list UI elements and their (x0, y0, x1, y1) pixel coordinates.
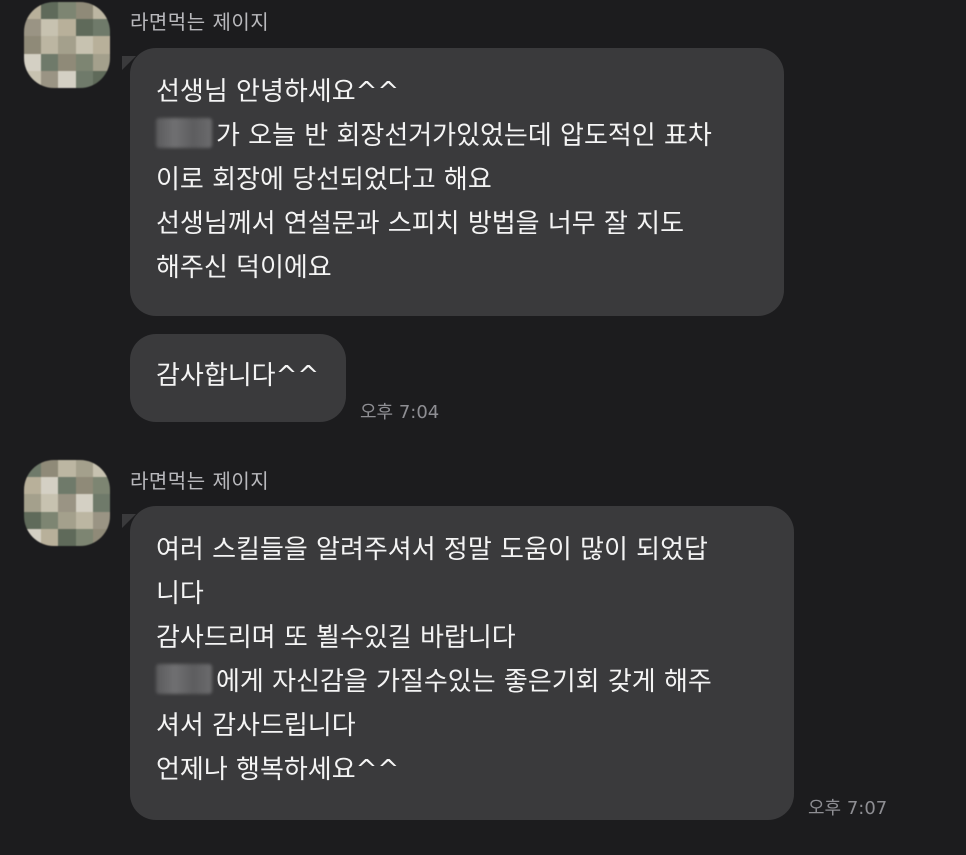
avatar-pixel (41, 36, 59, 54)
avatar-pixel (58, 460, 76, 478)
avatar-pixel (75, 53, 93, 71)
avatar-pixel (75, 36, 93, 54)
message-line: 감사드리며 또 뵐수있길 바랍니다 (156, 623, 516, 653)
avatar-pixel (75, 494, 93, 512)
avatar-pixel (24, 70, 42, 88)
avatar-pixel (58, 511, 76, 529)
sender-avatar[interactable] (24, 460, 110, 546)
message-line: 니다 (156, 579, 204, 609)
message-timestamp: 오후 7:07 (808, 798, 888, 819)
avatar-pixel (58, 19, 76, 37)
message-bubble[interactable]: 감사합니다^^ (130, 334, 346, 422)
avatar-pixel (92, 2, 110, 20)
message-line: 가 오늘 반 회장선거가있었는데 압도적인 표차 (156, 114, 758, 158)
message-text: 에게 자신감을 가질수있는 좋은기회 갖게 해주 (216, 667, 712, 697)
message-line: 선생님께서 연설문과 스피치 방법을 너무 잘 지도 (156, 209, 684, 239)
redacted-name (156, 664, 212, 694)
avatar-pixel (24, 477, 42, 495)
avatar-pixel (58, 53, 76, 71)
avatar-pixel (92, 511, 110, 529)
message-line: 셔서 감사드립니다 (156, 711, 356, 741)
avatar-pixel (58, 528, 76, 546)
avatar-pixel (92, 460, 110, 478)
avatar-pixel (92, 36, 110, 54)
avatar-pixel (24, 2, 42, 20)
redacted-name (156, 118, 212, 148)
avatar-pixel (41, 511, 59, 529)
avatar-pixel (92, 477, 110, 495)
avatar-pixel (41, 53, 59, 71)
avatar-pixel (75, 528, 93, 546)
avatar-pixel (41, 70, 59, 88)
avatar-pixel (92, 528, 110, 546)
avatar-pixel (24, 511, 42, 529)
avatar-pixel (75, 511, 93, 529)
avatar-pixel (58, 70, 76, 88)
avatar-pixel (41, 528, 59, 546)
avatar-pixel (75, 477, 93, 495)
sender-name: 라면먹는 제이지 (130, 10, 270, 34)
sender-avatar[interactable] (24, 2, 110, 88)
message-line: 감사합니다^^ (156, 361, 320, 391)
avatar-pixel (41, 494, 59, 512)
avatar-pixel (58, 494, 76, 512)
avatar-pixel (41, 460, 59, 478)
avatar-pixel (24, 460, 42, 478)
avatar-pixel (75, 2, 93, 20)
avatar-pixel (41, 2, 59, 20)
message-line: 언제나 행복하세요^^ (156, 755, 400, 785)
avatar-pixel (41, 19, 59, 37)
message-text: 가 오늘 반 회장선거가있었는데 압도적인 표차 (216, 121, 712, 151)
avatar-pixel (58, 477, 76, 495)
avatar-pixel (92, 53, 110, 71)
message-line: 여러 스킬들을 알려주셔서 정말 도움이 많이 되었답 (156, 535, 708, 565)
avatar-pixel (92, 70, 110, 88)
message-timestamp: 오후 7:04 (360, 402, 440, 423)
avatar-pixel (75, 70, 93, 88)
avatar-pixel (92, 19, 110, 37)
avatar-pixel (75, 19, 93, 37)
avatar-pixel (41, 477, 59, 495)
message-line: 해주신 덕이에요 (156, 253, 332, 283)
avatar-pixel (58, 2, 76, 20)
sender-name: 라면먹는 제이지 (130, 469, 270, 493)
avatar-pixel (24, 19, 42, 37)
avatar-pixel (24, 494, 42, 512)
message-line: 이로 회장에 당선되었다고 해요 (156, 165, 492, 195)
message-line: 선생님 안녕하세요^^ (156, 77, 400, 107)
avatar-pixel (24, 528, 42, 546)
avatar-pixel (75, 460, 93, 478)
message-bubble[interactable]: 선생님 안녕하세요^^ 가 오늘 반 회장선거가있었는데 압도적인 표차 이로 … (130, 48, 784, 316)
message-line: 에게 자신감을 가질수있는 좋은기회 갖게 해주 (156, 660, 768, 704)
avatar-pixel (24, 36, 42, 54)
avatar-pixel (24, 53, 42, 71)
avatar-pixel (58, 36, 76, 54)
avatar-pixel (92, 494, 110, 512)
message-bubble[interactable]: 여러 스킬들을 알려주셔서 정말 도움이 많이 되었답 니다 감사드리며 또 뵐… (130, 506, 794, 820)
